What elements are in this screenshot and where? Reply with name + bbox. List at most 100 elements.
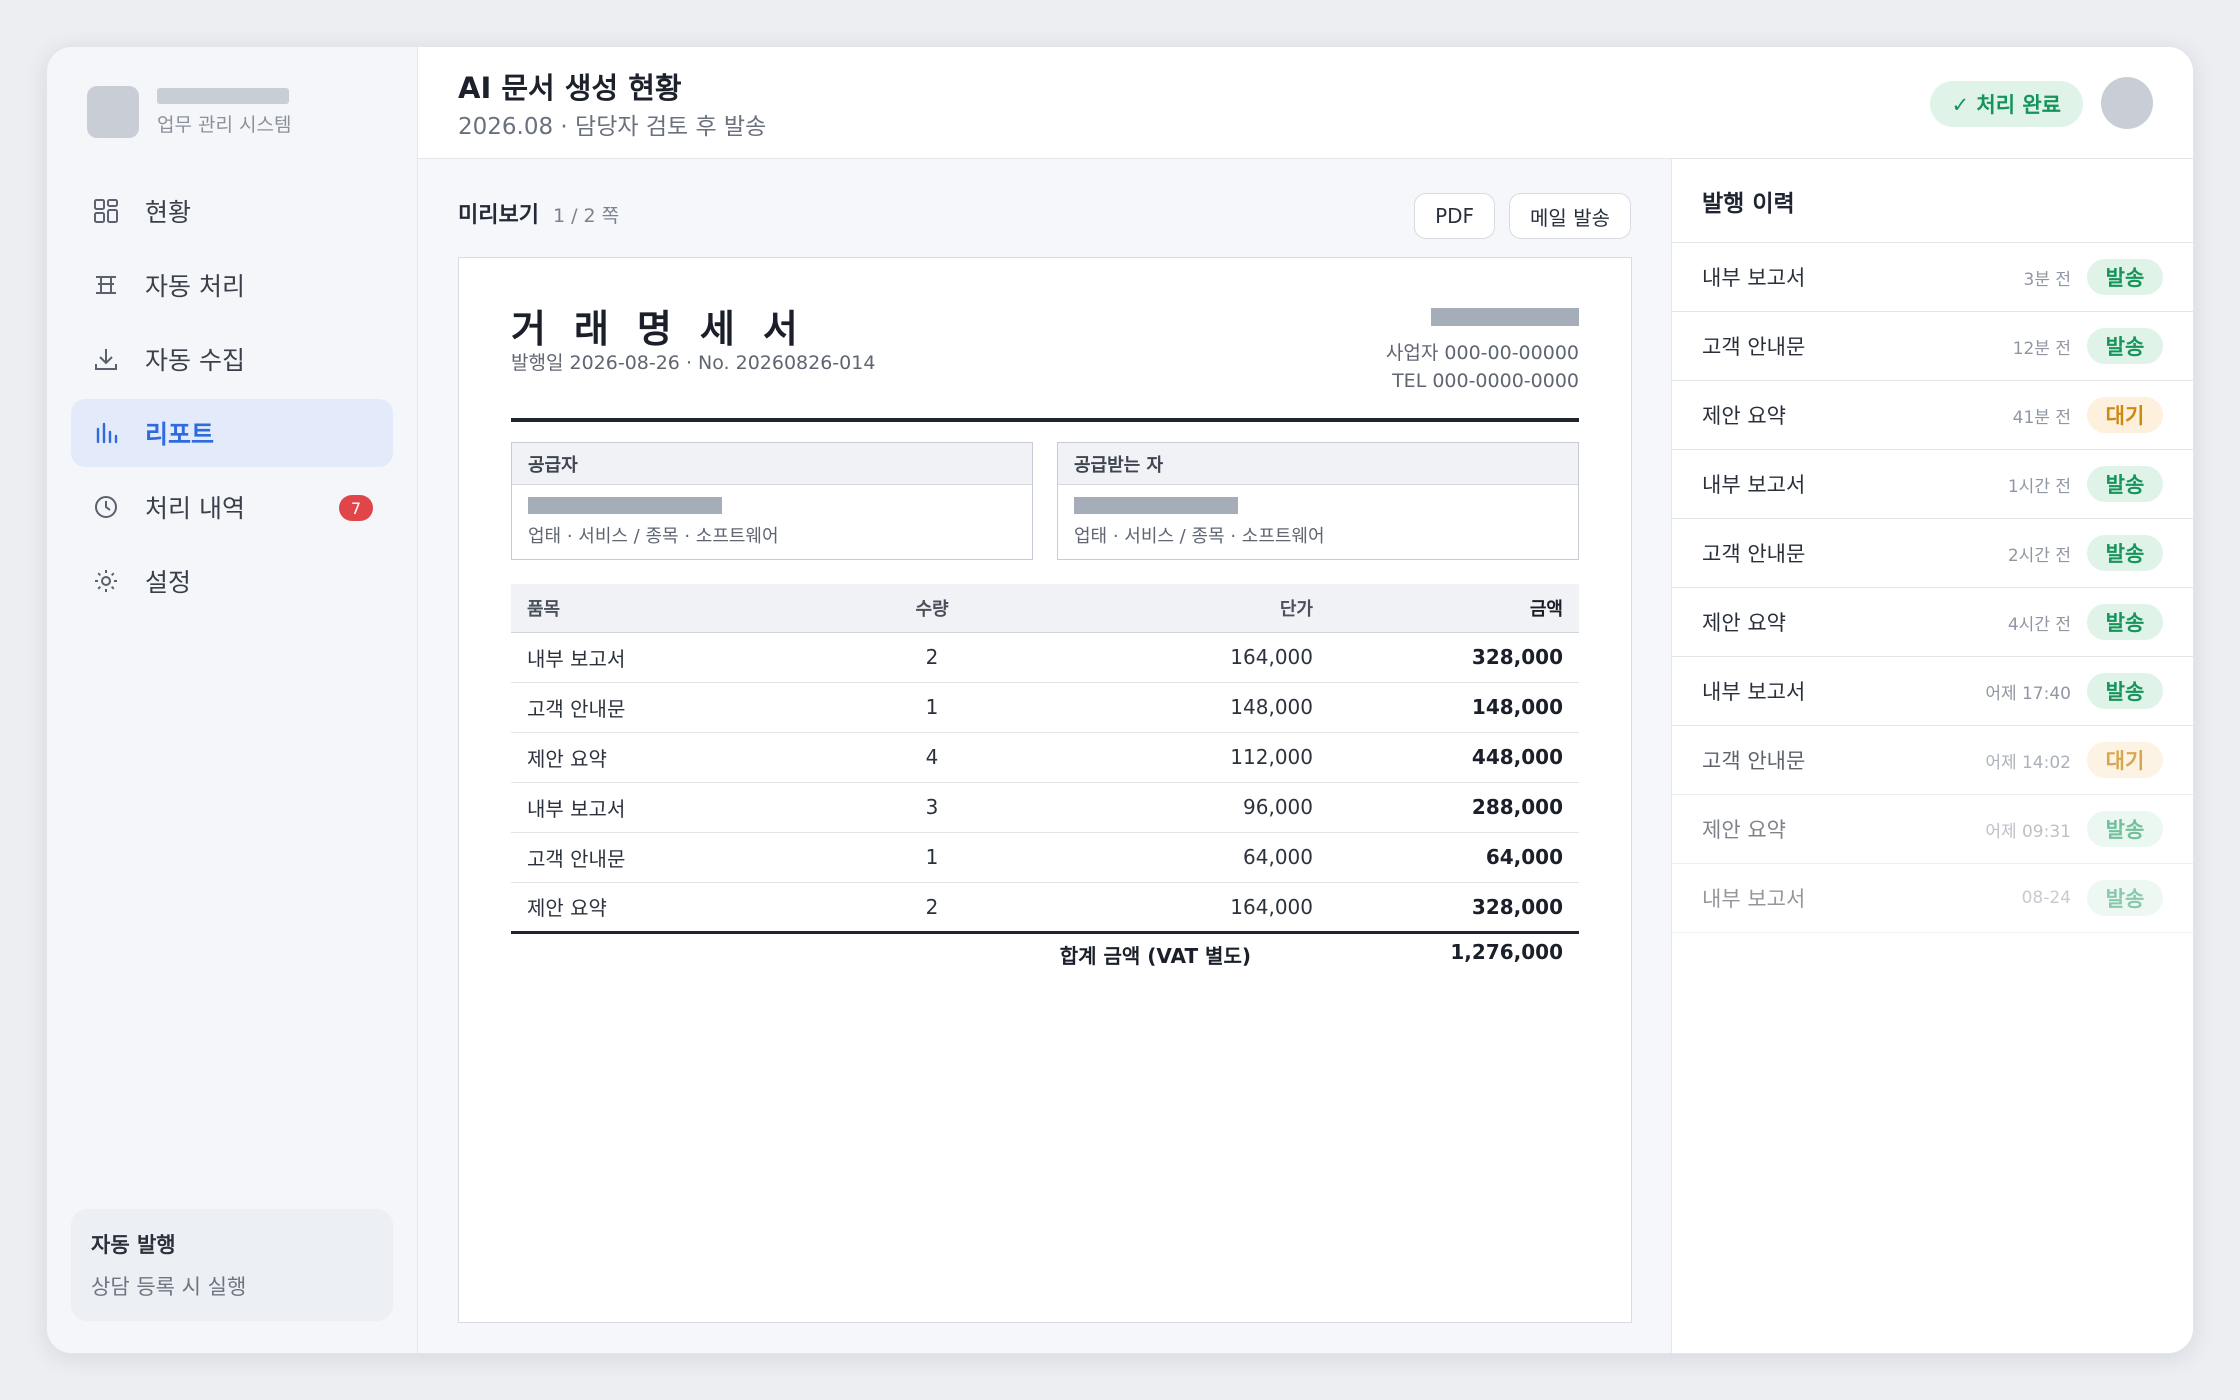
list-item[interactable]: 제안 요약 4시간 전 발송 <box>1672 588 2193 657</box>
items-table: 품목 수량 단가 금액 내부 보고서 2 164,000 328,000 고객 … <box>511 584 1579 934</box>
auto-issue-title: 자동 발행 <box>91 1233 176 1257</box>
pdf-button[interactable]: PDF <box>1414 193 1496 239</box>
list-item[interactable]: 고객 안내문 12분 전 발송 <box>1672 312 2193 381</box>
list-item[interactable]: 내부 보고서 1시간 전 발송 <box>1672 450 2193 519</box>
cell-price: 112,000 <box>993 732 1313 783</box>
list-item[interactable]: 내부 보고서 08-24 발송 <box>1672 864 2193 933</box>
history-item-time: 1시간 전 <box>2007 476 2071 497</box>
table-row: 고객 안내문 1 64,000 64,000 <box>511 832 1579 883</box>
status-badge: 발송 <box>2087 811 2163 847</box>
cell-name: 내부 보고서 <box>511 632 871 683</box>
supplier-box: 공급자 업태 · 서비스 / 종목 · 소프트웨어 <box>511 442 1033 560</box>
list-item[interactable]: 고객 안내문 어제 14:02 대기 <box>1672 726 2193 795</box>
history-item-name: 고객 안내문 <box>1702 542 1806 566</box>
sidebar-item-auto-collect[interactable]: 자동 수집 <box>71 325 393 393</box>
history-item-name: 내부 보고서 <box>1702 680 1806 704</box>
table-row: 제안 요약 4 112,000 448,000 <box>511 732 1579 783</box>
list-item[interactable]: 제안 요약 어제 09:31 발송 <box>1672 795 2193 864</box>
history-item-name: 제안 요약 <box>1702 818 1786 842</box>
sidebar-item-auto-process[interactable]: 자동 처리 <box>71 251 393 319</box>
sidebar-item-label: 자동 처리 <box>145 272 245 301</box>
document-title: 거래명세서 <box>511 307 826 351</box>
cell-qty: 3 <box>871 782 993 833</box>
history-item-time: 12분 전 <box>2012 338 2071 359</box>
brand-logo <box>87 86 139 138</box>
total-value: 1,276,000 <box>1450 940 1563 964</box>
total-label: 합계 금액 (VAT 별도) <box>1059 944 1251 968</box>
status-badge: 발송 <box>2087 259 2163 295</box>
supplier-desc: 업태 · 서비스 / 종목 · 소프트웨어 <box>528 526 779 547</box>
sidebar-item-dashboard[interactable]: 현황 <box>71 177 393 245</box>
cell-price: 164,000 <box>993 632 1313 683</box>
send-mail-button[interactable]: 메일 발송 <box>1509 193 1631 239</box>
page-header: AI 문서 생성 현황 2026.08 · 담당자 검토 후 발송 ✓ 처리 완… <box>418 47 2193 159</box>
table-header-row: 품목 수량 단가 금액 <box>511 584 1579 633</box>
invoice-document: 거래명세서 발행일 2026-08-26 · No. 20260826-014 … <box>458 257 1632 1323</box>
avatar[interactable] <box>2101 77 2153 129</box>
sidebar-nav: 현황 자동 처리 자동 수집 리포트 처리 내역 7 설정 <box>71 177 393 621</box>
history-item-name: 내부 보고서 <box>1702 266 1806 290</box>
list-item[interactable]: 내부 보고서 어제 17:40 발송 <box>1672 657 2193 726</box>
auto-issue-card[interactable]: 자동 발행 상담 등록 시 실행 <box>71 1209 393 1321</box>
status-badge: 발송 <box>2087 673 2163 709</box>
brand-subtitle: 업무 관리 시스템 <box>157 113 292 136</box>
cell-qty: 1 <box>871 682 993 733</box>
history-item-time: 어제 14:02 <box>1985 752 2071 773</box>
table-row: 내부 보고서 3 96,000 288,000 <box>511 782 1579 833</box>
gear-icon <box>91 566 121 596</box>
history-item-name: 제안 요약 <box>1702 404 1786 428</box>
list-item[interactable]: 내부 보고서 3분 전 발송 <box>1672 243 2193 312</box>
brand[interactable]: 업무 관리 시스템 <box>87 86 291 138</box>
column-header-qty: 수량 <box>871 584 993 633</box>
app-window: 업무 관리 시스템 현황 자동 처리 자동 수집 리포트 처리 내역 7 설정 … <box>46 46 2194 1354</box>
history-item-time: 08-24 <box>2021 888 2071 908</box>
issue-history-panel: 발행 이력 내부 보고서 3분 전 발송 고객 안내문 12분 전 발송 제안 … <box>1672 159 2193 1353</box>
cell-name: 내부 보고서 <box>511 782 871 833</box>
table-icon <box>91 270 121 300</box>
history-item-time: 어제 17:40 <box>1985 683 2071 704</box>
cell-qty: 4 <box>871 732 993 783</box>
cell-amount: 328,000 <box>1313 632 1579 683</box>
history-item-time: 41분 전 <box>2012 407 2071 428</box>
notification-badge: 7 <box>339 495 373 521</box>
sidebar-item-history[interactable]: 처리 내역 7 <box>71 473 393 541</box>
cell-name: 고객 안내문 <box>511 832 871 883</box>
history-item-time: 4시간 전 <box>2007 614 2071 635</box>
page-subtitle: 2026.08 · 담당자 검토 후 발송 <box>458 114 767 140</box>
sidebar-item-settings[interactable]: 설정 <box>71 547 393 615</box>
status-badge: 발송 <box>2087 604 2163 640</box>
cell-qty: 2 <box>871 882 993 934</box>
sidebar-item-label: 현황 <box>145 198 192 227</box>
status-badge: 대기 <box>2087 397 2163 433</box>
sidebar-item-label: 처리 내역 <box>145 494 245 523</box>
history-title: 발행 이력 <box>1672 159 2193 243</box>
business-number: 사업자 000-00-00000 <box>1385 342 1579 364</box>
cell-amount: 288,000 <box>1313 782 1579 833</box>
cell-qty: 1 <box>871 832 993 883</box>
history-item-name: 제안 요약 <box>1702 611 1786 635</box>
cell-price: 164,000 <box>993 882 1313 934</box>
status-badge: 발송 <box>2087 535 2163 571</box>
total-row: 합계 금액 (VAT 별도) 1,276,000 <box>511 934 1579 974</box>
cell-price: 148,000 <box>993 682 1313 733</box>
sidebar-item-report[interactable]: 리포트 <box>71 399 393 467</box>
receiver-label: 공급받는 자 <box>1058 443 1578 485</box>
list-item[interactable]: 제안 요약 41분 전 대기 <box>1672 381 2193 450</box>
history-item-name: 내부 보고서 <box>1702 473 1806 497</box>
column-header-name: 품목 <box>511 584 871 633</box>
main-content: AI 문서 생성 현황 2026.08 · 담당자 검토 후 발송 ✓ 처리 완… <box>418 47 2193 1353</box>
table-row: 제안 요약 2 164,000 328,000 <box>511 882 1579 934</box>
company-name-placeholder <box>1431 308 1579 326</box>
document-preview-panel: 미리보기 1 / 2 쪽 PDF 메일 발송 거래명세서 발행일 2026-08… <box>418 159 1672 1353</box>
sidebar-item-label: 자동 수집 <box>145 346 245 375</box>
cell-qty: 2 <box>871 632 993 683</box>
bar-chart-icon <box>91 418 121 448</box>
cell-price: 64,000 <box>993 832 1313 883</box>
cell-price: 96,000 <box>993 782 1313 833</box>
dashboard-grid-icon <box>91 196 121 226</box>
page-indicator: 1 / 2 쪽 <box>552 205 620 227</box>
list-item[interactable]: 고객 안내문 2시간 전 발송 <box>1672 519 2193 588</box>
status-badge: 대기 <box>2087 742 2163 778</box>
column-header-amount: 금액 <box>1313 584 1579 633</box>
document-meta: 발행일 2026-08-26 · No. 20260826-014 <box>511 352 876 374</box>
